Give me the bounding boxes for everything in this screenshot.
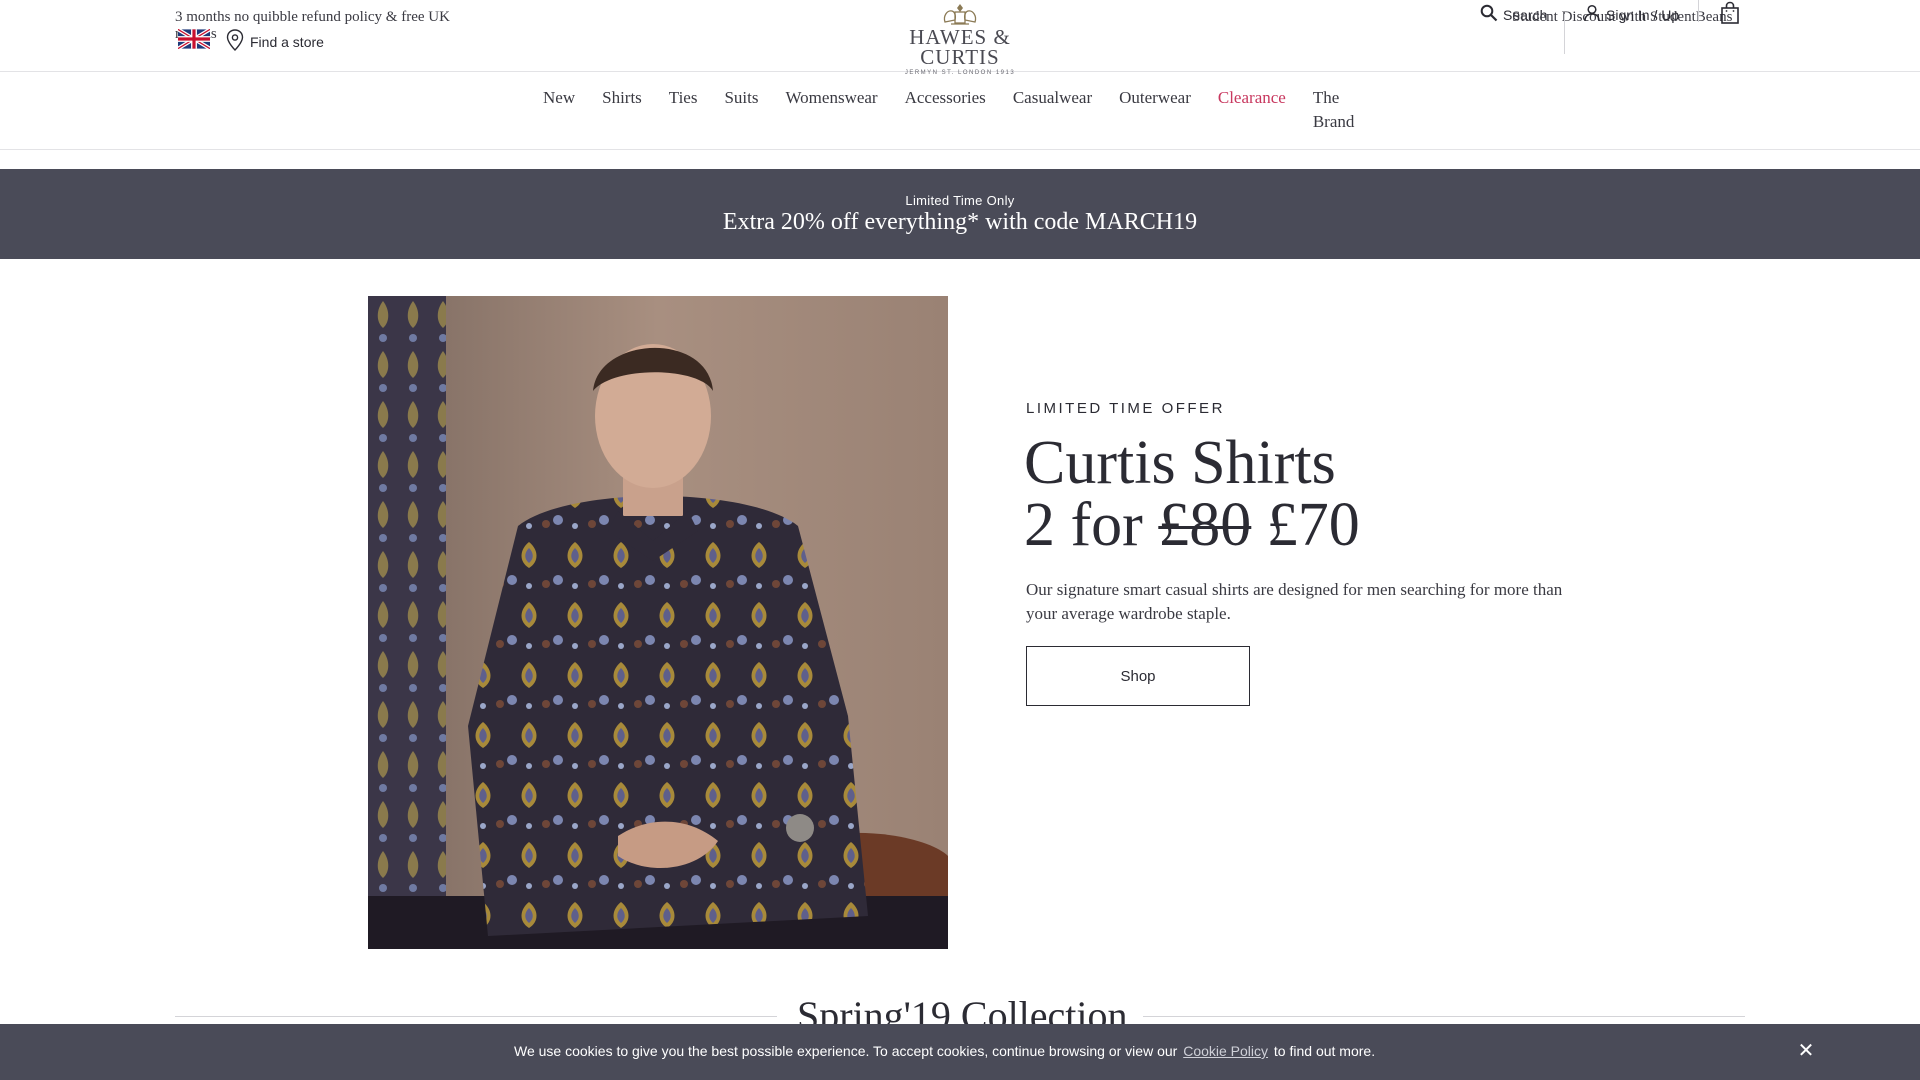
old-price: £80 bbox=[1158, 491, 1252, 559]
shopping-bag-icon bbox=[1719, 1, 1741, 28]
cookie-message: We use cookies to give you the best poss… bbox=[514, 1043, 1375, 1059]
site-header: 3 months no quibble refund policy & free… bbox=[0, 0, 1920, 76]
nav-item-accessories[interactable]: Accessories bbox=[905, 86, 986, 110]
nav-item-outerwear[interactable]: Outerwear bbox=[1119, 86, 1191, 110]
location-pin-icon bbox=[226, 29, 244, 54]
offer-headline: Curtis Shirts 2 for £80 £70 bbox=[1024, 432, 1360, 556]
offer-eyebrow: LIMITED TIME OFFER bbox=[1026, 400, 1225, 417]
collection-divider-left bbox=[175, 1016, 777, 1017]
main-navigation: New Shirts Ties Suits Womenswear Accesso… bbox=[0, 72, 1920, 150]
nav-item-new[interactable]: New bbox=[543, 86, 575, 110]
banner-headline: Extra 20% off everything* with code MARC… bbox=[722, 209, 1198, 235]
search-icon bbox=[1480, 4, 1498, 25]
shopping-bag-button[interactable] bbox=[1719, 1, 1741, 28]
shop-button[interactable]: Shop bbox=[1026, 646, 1250, 706]
nav-item-ties[interactable]: Ties bbox=[669, 86, 698, 110]
promo-banner[interactable]: Limited Time Only Extra 20% off everythi… bbox=[0, 169, 1920, 259]
nav-item-suits[interactable]: Suits bbox=[724, 86, 758, 110]
close-icon[interactable]: ✕ bbox=[1796, 1041, 1816, 1061]
user-icon bbox=[1583, 4, 1601, 25]
refund-policy-text: 3 months no quibble refund policy & free… bbox=[175, 9, 450, 42]
brand-logo[interactable]: HAWES & CURTIS JERMYN ST. LONDON 1913 bbox=[878, 2, 1042, 76]
offer-description: Our signature smart casual shirts are de… bbox=[1026, 580, 1563, 623]
new-price: £70 bbox=[1266, 491, 1360, 559]
headline-prefix: 2 for bbox=[1024, 491, 1143, 559]
header-divider bbox=[1564, 14, 1565, 54]
cookie-text-after: to find out more. bbox=[1273, 1043, 1376, 1059]
uk-flag-icon[interactable] bbox=[177, 27, 211, 51]
sign-in-link[interactable]: Sign In / Up bbox=[1583, 4, 1679, 25]
sign-in-label: Sign In / Up bbox=[1606, 6, 1680, 23]
crest-icon bbox=[937, 2, 983, 26]
nav-item-the-brand[interactable]: The Brand bbox=[1313, 86, 1361, 134]
headline-line-1: Curtis Shirts bbox=[1024, 429, 1336, 497]
banner-eyebrow: Limited Time Only bbox=[905, 193, 1015, 208]
nav-item-womenswear[interactable]: Womenswear bbox=[786, 86, 878, 110]
header-divider bbox=[1698, 0, 1699, 22]
nav-list: New Shirts Ties Suits Womenswear Accesso… bbox=[543, 86, 1361, 134]
nav-item-clearance[interactable]: Clearance bbox=[1218, 86, 1286, 110]
collection-divider-right bbox=[1143, 1016, 1745, 1017]
cookie-text-before: We use cookies to give you the best poss… bbox=[514, 1043, 1178, 1059]
cookie-bar: We use cookies to give you the best poss… bbox=[0, 1024, 1920, 1080]
nav-item-shirts[interactable]: Shirts bbox=[602, 86, 642, 110]
nav-item-casualwear[interactable]: Casualwear bbox=[1013, 86, 1092, 110]
cookie-policy-link[interactable]: Cookie Policy bbox=[1183, 1043, 1268, 1059]
find-store-label: Find a store bbox=[250, 33, 324, 50]
find-store-link[interactable]: Find a store bbox=[226, 29, 324, 54]
hero-model-image[interactable] bbox=[368, 296, 948, 949]
logo-wordmark: HAWES & CURTIS bbox=[909, 25, 1011, 69]
